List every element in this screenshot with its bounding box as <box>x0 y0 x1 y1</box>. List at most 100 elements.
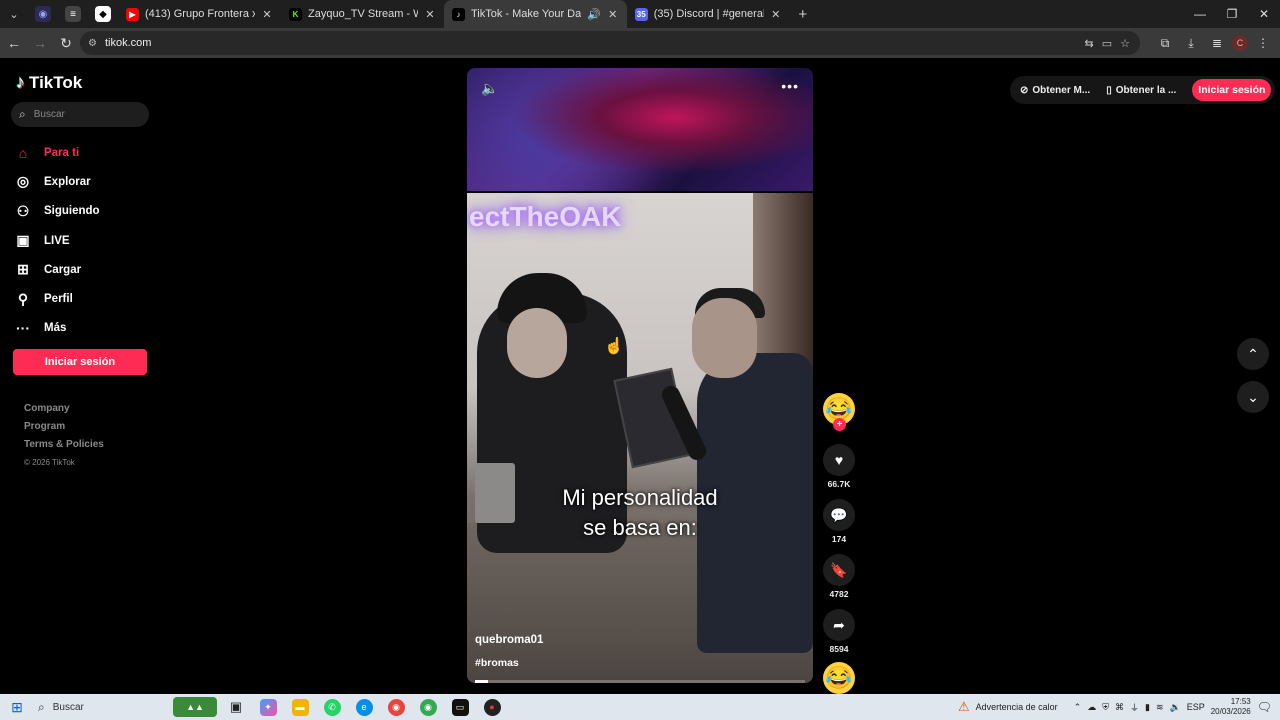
network-icon[interactable]: ⌘ <box>1115 702 1124 713</box>
profile-avatar-icon[interactable]: C <box>1232 35 1248 51</box>
tab-search-chevron-icon[interactable]: ⌄ <box>0 0 28 28</box>
close-tab-icon[interactable]: ✕ <box>261 8 273 21</box>
search-icon: ⌕ <box>19 107 26 121</box>
tiktok-page: ♪ TikTok ⌕ Buscar ⌂ Para ti ◎ Explorar ⚇… <box>0 58 1280 694</box>
comment-button[interactable]: 💬 <box>823 499 855 531</box>
minimize-icon[interactable]: — <box>1184 0 1216 28</box>
media-control-icon[interactable]: ≣ <box>1206 31 1228 55</box>
footer-link-terms[interactable]: Terms & Policies <box>24 439 104 457</box>
copilot-icon[interactable]: ✦ <box>252 694 284 720</box>
translate-icon[interactable]: ⇆ <box>1085 37 1094 50</box>
usb-icon[interactable]: ⏚ <box>1130 701 1139 714</box>
search-placeholder: Buscar <box>33 109 65 120</box>
previous-video-button[interactable]: ⌃ <box>1237 338 1269 370</box>
creator-avatar[interactable]: 😂 + <box>823 393 855 431</box>
sidebar-login-button[interactable]: Iniciar sesión <box>13 349 147 375</box>
tray-chevron-up-icon[interactable]: ⌃ <box>1074 702 1082 713</box>
cloud-icon[interactable]: ☁ <box>1087 702 1096 713</box>
coin-icon: ⊘ <box>1020 84 1029 96</box>
taskbar-search[interactable]: ⌕ Buscar <box>34 696 170 718</box>
volume-icon[interactable]: 🔈 <box>481 80 498 97</box>
tab-kick[interactable]: K Zayquo_TV Stream - Watch Live ✕ <box>281 0 444 28</box>
back-arrow-icon[interactable]: ← <box>2 31 26 55</box>
footer-link-program[interactable]: Program <box>24 421 104 439</box>
get-coins-label: Obtener M... <box>1032 84 1091 96</box>
warning-icon[interactable]: ⚠ <box>958 699 970 715</box>
chevron-down-icon: ⌄ <box>1247 388 1259 405</box>
get-app-link[interactable]: ▯ Obtener la ... <box>1106 85 1176 96</box>
sidebar-item-cargar[interactable]: ⊞ Cargar <box>14 255 100 284</box>
get-coins-link[interactable]: ⊘ Obtener M... <box>1020 85 1090 96</box>
clock-date: 20/03/2026 <box>1210 707 1251 716</box>
browser-tab-strip: ⌄ ◉ ≡ ◆ ▶ (413) Grupo Frontera x Bad Bun… <box>0 0 1280 28</box>
close-tab-icon[interactable]: ✕ <box>770 8 782 21</box>
new-tab-button[interactable]: + <box>790 6 816 23</box>
pinned-tab-3[interactable]: ◆ <box>88 0 118 28</box>
wifi-icon[interactable]: ≋ <box>1156 702 1164 713</box>
video-player[interactable]: ectTheOAK Mi personalidad se basa en: qu… <box>467 193 813 683</box>
speaker-icon[interactable]: 🔊 <box>587 8 601 21</box>
edge-icon[interactable]: e <box>348 694 380 720</box>
menu-kebab-icon[interactable]: ⋮ <box>1252 31 1274 55</box>
shield-icon[interactable]: ⛨ <box>1102 702 1109 713</box>
search-input[interactable]: ⌕ Buscar <box>11 102 149 127</box>
notifications-icon[interactable]: 🗨 <box>1257 700 1272 714</box>
video-hashtag[interactable]: #bromas <box>475 657 519 669</box>
forward-arrow-icon[interactable]: → <box>28 31 52 55</box>
chrome-icon[interactable]: ◉ <box>380 694 412 720</box>
save-count: 4782 <box>829 589 849 599</box>
whatsapp-icon[interactable]: ✆ <box>316 694 348 720</box>
sidebar-item-mas[interactable]: ··· Más <box>14 314 100 343</box>
video-player-previous[interactable]: 🔈 ••• <box>467 68 813 191</box>
cast-icon[interactable]: ▭ <box>1102 37 1112 50</box>
tab-discord[interactable]: 35 (35) Discord | #general- | Alp ✕ <box>627 0 790 28</box>
task-view-icon[interactable]: ▣ <box>220 694 252 720</box>
sidebar-item-siguiendo[interactable]: ⚇ Siguiendo <box>14 197 100 226</box>
video-author[interactable]: quebroma01 <box>475 634 543 646</box>
bookmark-star-icon[interactable]: ☆ <box>1120 37 1130 50</box>
download-icon[interactable]: ⤓ <box>1180 31 1202 55</box>
windows-start-icon[interactable]: ⊞ <box>0 694 34 720</box>
follow-plus-icon[interactable]: + <box>833 418 846 431</box>
reload-icon[interactable]: ↻ <box>54 31 78 55</box>
close-tab-icon[interactable]: ✕ <box>607 8 619 21</box>
site-info-icon[interactable]: ⚙ <box>88 38 97 49</box>
tiktok-logo[interactable]: ♪ TikTok <box>16 72 82 93</box>
app-record-icon[interactable]: ● <box>476 694 508 720</box>
extensions-icon[interactable]: ⧉ <box>1154 31 1176 55</box>
upload-icon: ⊞ <box>17 261 29 278</box>
video-progress-bar[interactable] <box>475 680 805 683</box>
tab-youtube[interactable]: ▶ (413) Grupo Frontera x Bad Bunny ✕ <box>118 0 281 28</box>
clock[interactable]: 17:53 20/03/2026 <box>1211 697 1251 717</box>
footer-link-company[interactable]: Company <box>24 403 104 421</box>
next-video-button[interactable]: ⌄ <box>1237 381 1269 413</box>
header-login-button[interactable]: Iniciar sesión <box>1192 79 1272 101</box>
terminal-icon[interactable]: ▭ <box>444 694 476 720</box>
battery-icon[interactable]: ▮ <box>1145 702 1150 713</box>
close-window-icon[interactable]: ✕ <box>1248 0 1280 28</box>
address-bar[interactable]: ⚙ tikok.com ⇆ ▭ ☆ <box>80 31 1140 55</box>
sidebar-item-label: Para ti <box>44 146 80 159</box>
pinned-tab-2[interactable]: ≡ <box>58 0 88 28</box>
save-button[interactable]: 🔖 <box>823 554 855 586</box>
more-options-icon[interactable]: ••• <box>781 78 799 94</box>
sidebar-item-perfil[interactable]: ⚲ Perfil <box>14 284 100 313</box>
share-button[interactable]: ➦ <box>823 609 855 641</box>
music-disc[interactable]: 😂 <box>823 662 855 694</box>
volume-icon[interactable]: 🔉 <box>1169 702 1180 713</box>
pinned-tab-1[interactable]: ◉ <box>28 0 58 28</box>
taskbar-search-label: Buscar <box>52 701 84 713</box>
like-button[interactable]: ♥ <box>823 444 855 476</box>
sidebar-item-explorar[interactable]: ◎ Explorar <box>14 167 100 196</box>
sidebar-item-para-ti[interactable]: ⌂ Para ti <box>14 138 100 167</box>
news-widget-icon[interactable]: ▲▲ <box>170 694 220 720</box>
sidebar-item-live[interactable]: ▣ LIVE <box>14 226 100 255</box>
sidebar-item-label: Siguiendo <box>44 205 100 218</box>
restore-icon[interactable]: ❐ <box>1216 0 1248 28</box>
close-tab-icon[interactable]: ✕ <box>424 8 436 21</box>
tab-tiktok[interactable]: ♪ TikTok - Make Your Day 🔊 ✕ <box>444 0 627 28</box>
language-indicator[interactable]: ESP <box>1187 702 1205 712</box>
weather-alert[interactable]: Advertencia de calor <box>976 702 1058 712</box>
chrome-profile-icon[interactable]: ◉ <box>412 694 444 720</box>
file-explorer-icon[interactable]: ▬ <box>284 694 316 720</box>
